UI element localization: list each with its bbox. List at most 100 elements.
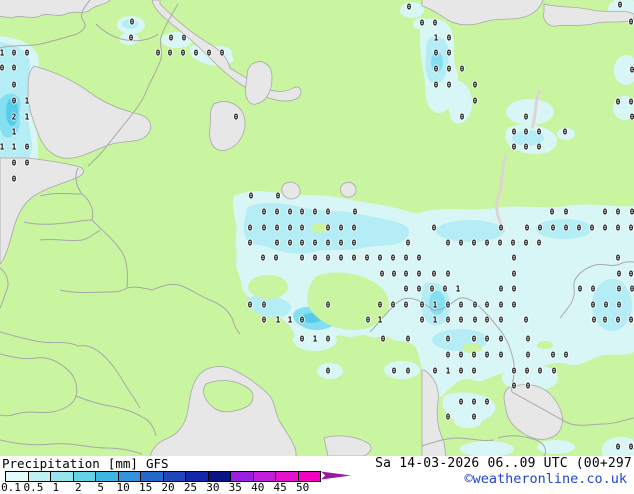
precip-value: 0 [261, 315, 267, 325]
precip-value: 0 [524, 223, 530, 233]
precip-value: 1 [455, 284, 461, 294]
precip-value: 0 [312, 207, 318, 217]
precip-value: 0 [459, 112, 465, 122]
scale-segment [141, 472, 164, 481]
precip-value: 0 [511, 253, 517, 263]
scale-label: 0.1 [1, 481, 21, 494]
precip-value: 0 [471, 334, 477, 344]
precip-value: 0 [458, 300, 464, 310]
precip-value: 0 [445, 334, 451, 344]
precip-value: 0 [484, 315, 490, 325]
scale-label: 35 [228, 481, 242, 494]
precip-value: 0 [629, 207, 634, 217]
precip-value: 0 [380, 334, 386, 344]
legend-bar: Precipitation [mm] GFS 0.1 0.5 1 2 5 10 15 20 25 30… [0, 456, 634, 494]
precip-value: 0 [615, 97, 621, 107]
precip-value: 0 [325, 238, 331, 248]
precip-value: 0 [615, 315, 621, 325]
precip-value: 1 [445, 366, 451, 376]
precip-value: 0 [338, 253, 344, 263]
precip-value: 0 [274, 238, 280, 248]
precip-value: 0 [591, 315, 597, 325]
precip-value: 0 [11, 48, 17, 58]
precip-value: 0 [432, 366, 438, 376]
precip-value: 0 [325, 207, 331, 217]
scale-segment [28, 472, 51, 481]
precip-value: 0 [11, 174, 17, 184]
precip-value: 0 [615, 223, 621, 233]
precip-value: 0 [484, 397, 490, 407]
precip-value: 0 [458, 315, 464, 325]
precip-value: 0 [431, 269, 437, 279]
precip-value: 1 [432, 315, 438, 325]
scale-segment [6, 472, 29, 481]
precip-value: 1 [287, 315, 293, 325]
scale-label: 20 [161, 481, 175, 494]
copyright-link[interactable]: ©weatheronline.co.uk [464, 471, 627, 487]
precip-value: 1 [11, 142, 17, 152]
precip-value: 0 [325, 253, 331, 263]
precip-value: 0 [352, 207, 358, 217]
precip-value: 0 [471, 412, 477, 422]
scale-segment [73, 472, 96, 481]
precip-value: 0 [11, 80, 17, 90]
precip-value: 0 [629, 112, 634, 122]
precip-value: 0 [511, 366, 517, 376]
precip-value: 0 [325, 366, 331, 376]
precip-value: 0 [471, 366, 477, 376]
weather-app-screenshot: { "legend": { "title": "Precipitation", … [0, 0, 634, 494]
precip-value: 0 [616, 269, 622, 279]
precip-value: 0 [615, 253, 621, 263]
precip-value: 0 [523, 315, 529, 325]
precip-value: 0 [416, 253, 422, 263]
precip-value: 0 [458, 397, 464, 407]
precip-value: 0 [446, 64, 452, 74]
precip-value: 0 [590, 300, 596, 310]
precip-value: 0 [484, 334, 490, 344]
precip-value: 0 [550, 223, 556, 233]
precip-value: 0 [377, 253, 383, 263]
precip-value: 0 [403, 300, 409, 310]
precip-value: 0 [602, 207, 608, 217]
precip-value: 0 [287, 207, 293, 217]
precip-value: 0 [0, 63, 5, 73]
precip-value: 0 [523, 112, 529, 122]
precip-value: 0 [511, 127, 517, 137]
precip-value: 1 [377, 315, 383, 325]
scale-label: 30 [206, 481, 220, 494]
legend-title: Precipitation [mm] GFS [2, 456, 169, 471]
precip-value: 0 [442, 284, 448, 294]
precip-value: 0 [11, 63, 17, 73]
precip-value: 1 [24, 112, 30, 122]
precip-value: 0 [299, 207, 305, 217]
precip-value: 1 [433, 33, 439, 43]
precip-value: 0 [471, 397, 477, 407]
precip-value: 0 [416, 284, 422, 294]
precip-value: 0 [498, 284, 504, 294]
precip-value: 0 [24, 158, 30, 168]
precip-value: 0 [602, 315, 608, 325]
forecast-datetime: Sa 14-03-2026 06..09 UTC (00+297) [375, 456, 634, 471]
precip-value: 0 [523, 238, 529, 248]
precip-value: 0 [233, 112, 239, 122]
precip-value: 0 [446, 80, 452, 90]
precip-value: 0 [312, 238, 318, 248]
precip-value: 0 [445, 238, 451, 248]
precip-value: 0 [338, 223, 344, 233]
precip-value: 0 [273, 253, 279, 263]
precip-value: 0 [247, 238, 253, 248]
precip-value: 0 [525, 350, 531, 360]
precip-value: 0 [261, 207, 267, 217]
precip-value: 1 [432, 300, 438, 310]
precip-value: 0 [391, 269, 397, 279]
precip-value: 0 [287, 238, 293, 248]
precip-value: 0 [563, 350, 569, 360]
precip-value: 0 [510, 238, 516, 248]
precip-value: 0 [628, 97, 634, 107]
precip-value: 0 [628, 17, 634, 27]
scale-segment [186, 472, 209, 481]
precip-value: 0 [431, 223, 437, 233]
precip-value: 0 [446, 48, 452, 58]
precip-value: 0 [364, 253, 370, 263]
precip-value: 0 [537, 223, 543, 233]
